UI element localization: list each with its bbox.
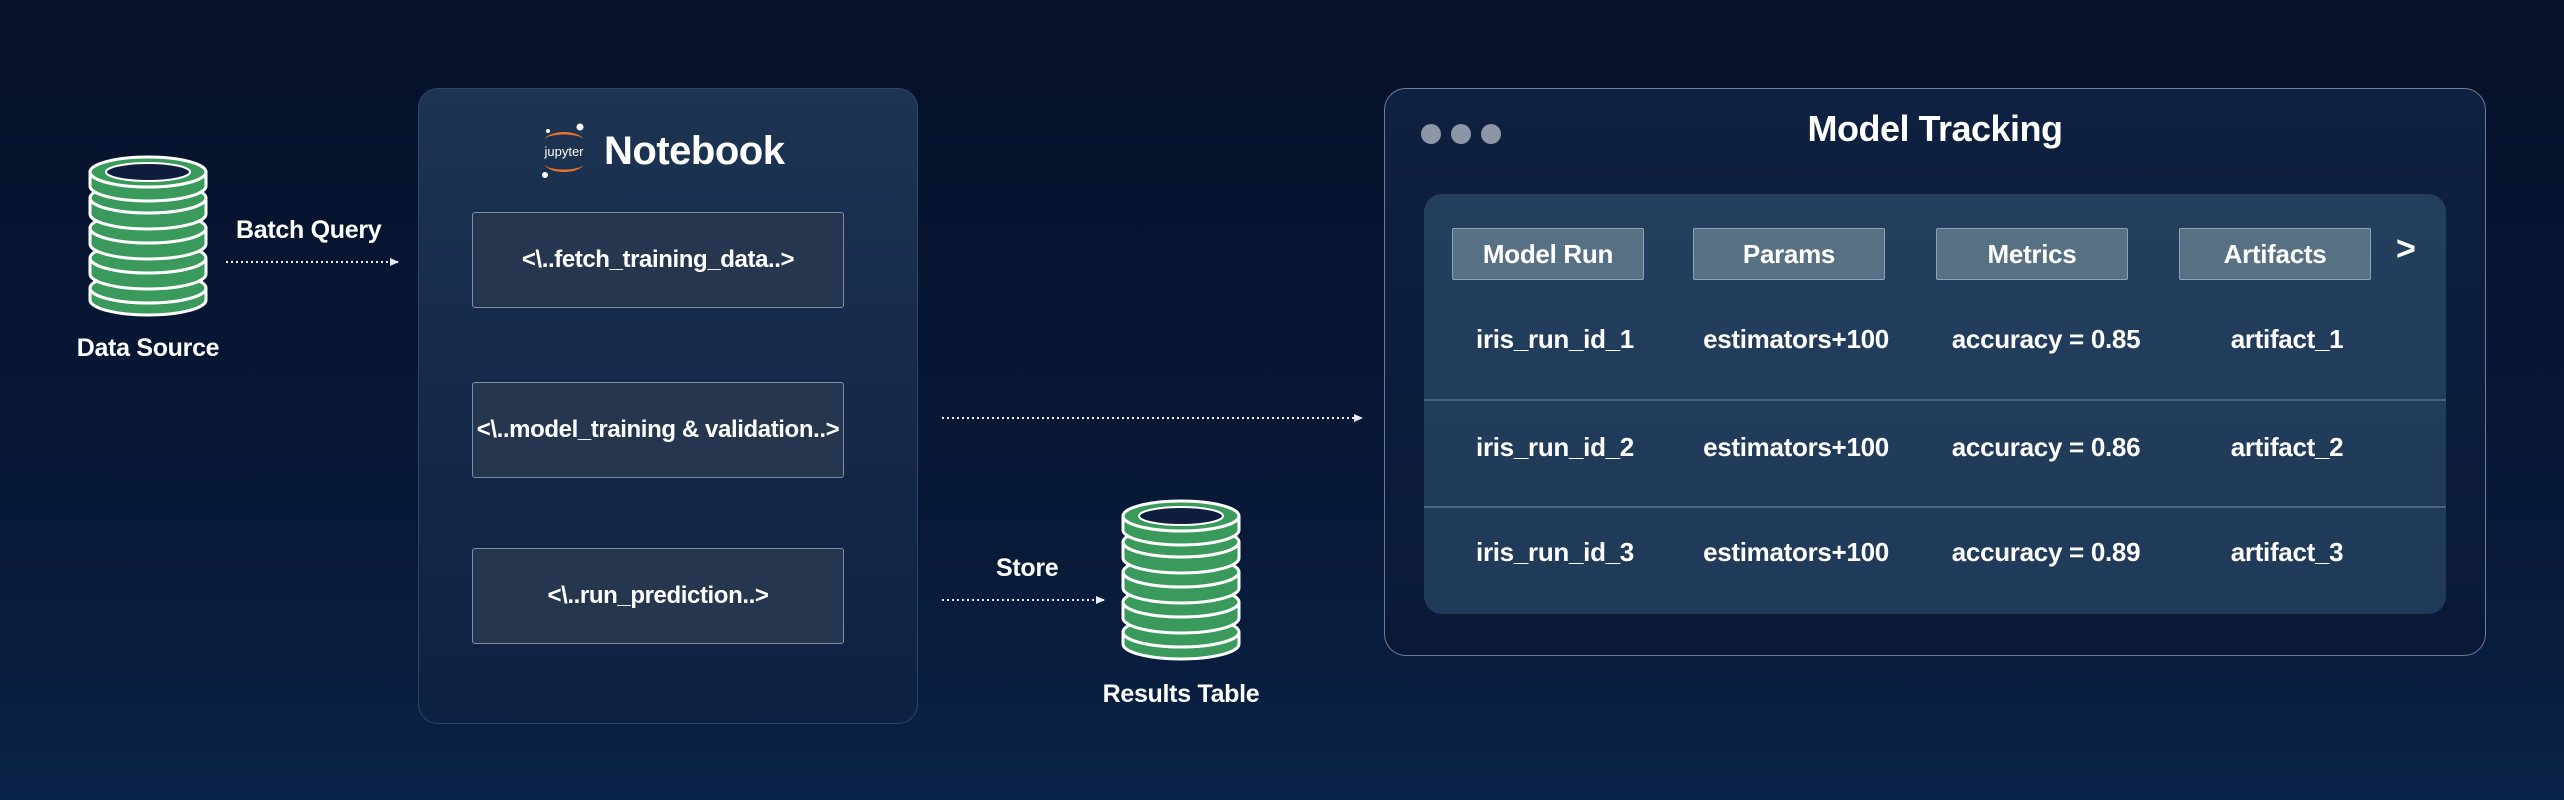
table-cell-metrics: accuracy = 0.86 xyxy=(1951,432,2141,462)
results-table-database-icon xyxy=(1121,499,1241,661)
table-cell-params: estimators+100 xyxy=(1703,324,1889,354)
batch-query-label: Batch Query xyxy=(236,216,382,244)
table-cell-metrics: accuracy = 0.89 xyxy=(1951,537,2141,567)
table-cell-run-id: iris_run_id_2 xyxy=(1476,432,1634,462)
store-label: Store xyxy=(996,554,1059,582)
table-cell-params: estimators+100 xyxy=(1703,537,1889,567)
results-table-label: Results Table xyxy=(1102,680,1260,708)
notebook-title: Notebook xyxy=(604,128,785,173)
row-divider xyxy=(1424,506,2446,508)
table-cell-artifact[interactable]: artifact_3 xyxy=(2167,537,2407,568)
header-model-run[interactable]: Model Run xyxy=(1452,228,1644,280)
table-cell-run-id: iris_run_id_3 xyxy=(1476,537,1634,567)
table-cell-artifact[interactable]: artifact_1 xyxy=(2167,324,2407,355)
row-divider xyxy=(1424,399,2446,401)
jupyter-logo-text: jupyter xyxy=(543,144,584,159)
table-cell-params: estimators+100 xyxy=(1703,432,1889,462)
notebook-header: jupyter Notebook xyxy=(536,118,785,184)
run-prediction-step: <\..run_prediction..> xyxy=(472,548,844,644)
next-columns-chevron-icon[interactable]: > xyxy=(2396,230,2416,269)
model-training-validation-step: <\..model_training & validation..> xyxy=(472,382,844,478)
table-cell-run-id: iris_run_id_1 xyxy=(1476,324,1634,354)
table-cell-artifact[interactable]: artifact_2 xyxy=(2167,432,2407,463)
data-source-database-icon xyxy=(88,155,208,317)
table-cell-metrics: accuracy = 0.85 xyxy=(1951,324,2141,354)
header-artifacts[interactable]: Artifacts xyxy=(2179,228,2371,280)
header-metrics[interactable]: Metrics xyxy=(1936,228,2128,280)
fetch-training-data-step: <\..fetch_training_data..> xyxy=(472,212,844,308)
header-params[interactable]: Params xyxy=(1693,228,1885,280)
model-tracking-title: Model Tracking xyxy=(1807,108,2063,149)
data-source-label: Data Source xyxy=(76,334,220,362)
jupyter-logo-icon: jupyter xyxy=(542,123,584,178)
